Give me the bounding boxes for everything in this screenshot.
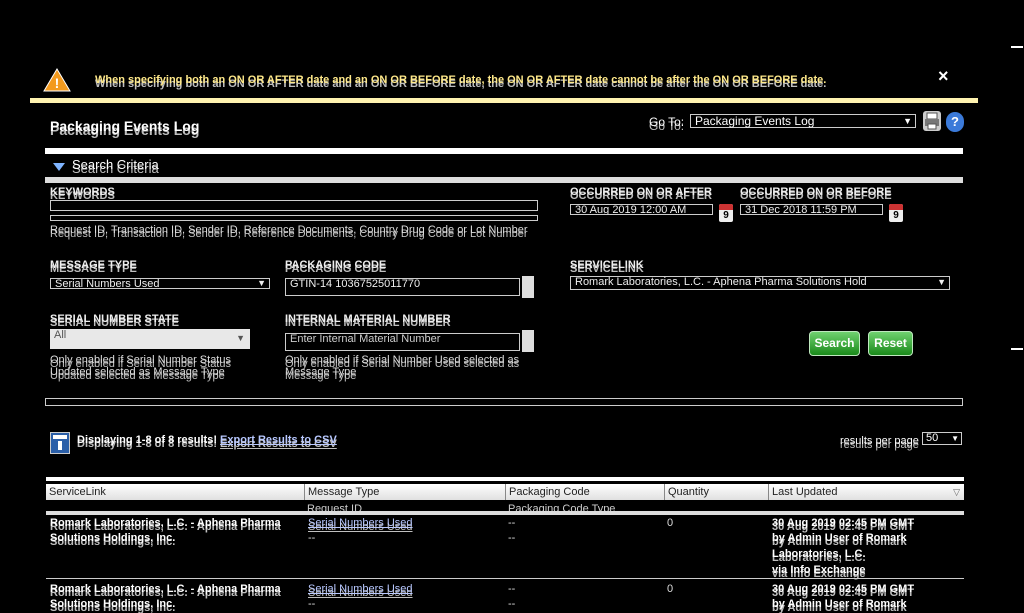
row1-quantity: 0 bbox=[667, 517, 674, 529]
goto-select-value: Packaging Events Log bbox=[695, 114, 815, 128]
row2-updated-line2: by Admin User of Romark bbox=[772, 598, 907, 610]
search-divider bbox=[45, 177, 963, 183]
results-summary: Displaying 1-8 of 8 results! Export Resu… bbox=[77, 434, 337, 446]
reset-button[interactable]: Reset bbox=[868, 331, 913, 356]
calendar-icon[interactable]: 9 bbox=[889, 204, 903, 222]
header-divider bbox=[45, 148, 963, 154]
serial-state-value: All bbox=[54, 329, 67, 341]
alert-divider bbox=[30, 98, 978, 103]
row2-servicelink-line1: Romark Laboratories, L.C. - Aphena Pharm… bbox=[50, 583, 281, 595]
search-panel-bottom bbox=[45, 398, 963, 406]
collapse-arrow-icon[interactable] bbox=[52, 160, 66, 174]
row1-servicelink-line1: Romark Laboratories, L.C. - Aphena Pharm… bbox=[50, 517, 281, 529]
row-divider bbox=[46, 578, 964, 579]
export-icon[interactable] bbox=[50, 432, 70, 454]
sort-icon[interactable]: ▽ bbox=[953, 484, 960, 500]
serial-state-hint: Only enabled if Serial Number Status Upd… bbox=[50, 354, 231, 378]
keywords-input[interactable] bbox=[50, 200, 538, 211]
row1-message-type[interactable]: Serial Numbers Used bbox=[308, 517, 413, 529]
column-header-servicelink[interactable]: ServiceLink bbox=[46, 484, 305, 500]
material-label: INTERNAL MATERIAL NUMBER bbox=[285, 313, 451, 325]
row2-request-id: -- bbox=[308, 598, 316, 610]
material-scrollbar[interactable] bbox=[522, 330, 534, 352]
calendar-icon[interactable]: 9 bbox=[719, 204, 733, 222]
per-page-select[interactable]: 50 ▼ bbox=[922, 432, 962, 445]
keywords-hint: Request ID, Transaction ID, Sender ID, R… bbox=[50, 224, 528, 236]
row2-packaging-code-type: -- bbox=[508, 598, 516, 610]
search-button[interactable]: Search bbox=[809, 331, 860, 356]
last-updated-label: Last Updated bbox=[772, 486, 838, 498]
row2-quantity: 0 bbox=[667, 583, 674, 595]
row1-updated-line3: Laboratories, L.C. bbox=[772, 548, 866, 560]
table-top-border bbox=[46, 477, 964, 481]
table-header-bottom bbox=[46, 511, 964, 515]
column-header-message-type[interactable]: Message Type bbox=[305, 484, 506, 500]
row2-packaging-code: -- bbox=[508, 583, 516, 595]
svg-text:!: ! bbox=[55, 75, 60, 91]
page-title: Packaging Events Log bbox=[50, 118, 200, 134]
chevron-down-icon: ▼ bbox=[236, 333, 245, 343]
close-icon[interactable]: × bbox=[938, 66, 949, 87]
chevron-down-icon: ▼ bbox=[257, 278, 266, 288]
warning-icon: ! bbox=[43, 68, 71, 92]
material-hint: Only enabled if Serial Number Used selec… bbox=[285, 354, 520, 378]
chevron-down-icon: ▼ bbox=[937, 277, 946, 287]
serial-state-label: SERIAL NUMBER STATE bbox=[50, 313, 179, 325]
row1-servicelink-line2: Solutions Holdings, Inc. bbox=[50, 532, 176, 544]
message-type-value: Serial Numbers Used bbox=[55, 278, 160, 289]
edge-mark bbox=[1011, 46, 1023, 48]
per-page-label: results per page bbox=[840, 435, 919, 447]
before-date-input[interactable]: 31 Dec 2018 11:59 PM bbox=[740, 204, 883, 215]
after-date-label: OCCURRED ON OR AFTER bbox=[570, 186, 712, 198]
packaging-code-input[interactable]: GTIN-14 10367525011770 bbox=[285, 278, 520, 296]
per-page-value: 50 bbox=[926, 432, 939, 444]
chevron-down-icon: ▼ bbox=[903, 116, 912, 126]
row1-packaging-code: -- bbox=[508, 517, 516, 529]
packaging-code-scrollbar[interactable] bbox=[522, 276, 534, 298]
message-type-label: MESSAGE TYPE bbox=[50, 259, 137, 271]
goto-select[interactable]: Packaging Events Log ▼ bbox=[690, 114, 916, 128]
message-type-select[interactable]: Serial Numbers Used ▼ bbox=[50, 278, 270, 289]
row2-updated-line1: 30 Aug 2019 02:45 PM GMT bbox=[772, 583, 915, 595]
row2-servicelink-line2: Solutions Holdings, Inc. bbox=[50, 598, 176, 610]
export-link[interactable]: Export Results to CSV bbox=[220, 434, 337, 446]
servicelink-value: Romark Laboratories, L.C. - Aphena Pharm… bbox=[575, 276, 867, 288]
alert-message: When specifying both an ON OR AFTER date… bbox=[95, 74, 827, 86]
column-header-packaging-code[interactable]: Packaging Code bbox=[506, 484, 665, 500]
edge-mark bbox=[1011, 348, 1023, 350]
before-date-label: OCCURRED ON OR BEFORE bbox=[740, 186, 892, 198]
row1-request-id: -- bbox=[308, 532, 316, 544]
column-header-quantity[interactable]: Quantity bbox=[665, 484, 769, 500]
results-count: Displaying 1-8 of 8 results! bbox=[77, 434, 217, 446]
keywords-label: KEYWORDS bbox=[50, 186, 115, 198]
row1-updated-line2: by Admin User of Romark bbox=[772, 532, 907, 544]
print-icon[interactable] bbox=[923, 111, 941, 131]
after-date-input[interactable]: 30 Aug 2019 12:00 AM bbox=[570, 204, 713, 215]
goto-label: Go To: bbox=[649, 115, 685, 129]
column-header-last-updated[interactable]: Last Updated ▽ bbox=[769, 484, 964, 500]
servicelink-select[interactable]: Romark Laboratories, L.C. - Aphena Pharm… bbox=[570, 276, 950, 290]
servicelink-label: SERVICELINK bbox=[570, 259, 644, 271]
chevron-down-icon: ▼ bbox=[951, 434, 959, 443]
row1-updated-line4: via Info Exchange bbox=[772, 564, 866, 576]
packaging-code-label: PACKAGING CODE bbox=[285, 259, 387, 271]
help-icon[interactable]: ? bbox=[946, 112, 964, 132]
keywords-input-shadow bbox=[50, 215, 538, 221]
material-input[interactable]: Enter Internal Material Number bbox=[285, 333, 520, 351]
search-criteria-title[interactable]: Search Criteria bbox=[72, 157, 159, 172]
row1-updated-line1: 30 Aug 2019 02:45 PM GMT bbox=[772, 517, 915, 529]
row2-message-type[interactable]: Serial Numbers Used bbox=[308, 583, 413, 595]
row1-packaging-code-type: -- bbox=[508, 532, 516, 544]
serial-state-select[interactable]: All ▼ bbox=[50, 329, 250, 349]
